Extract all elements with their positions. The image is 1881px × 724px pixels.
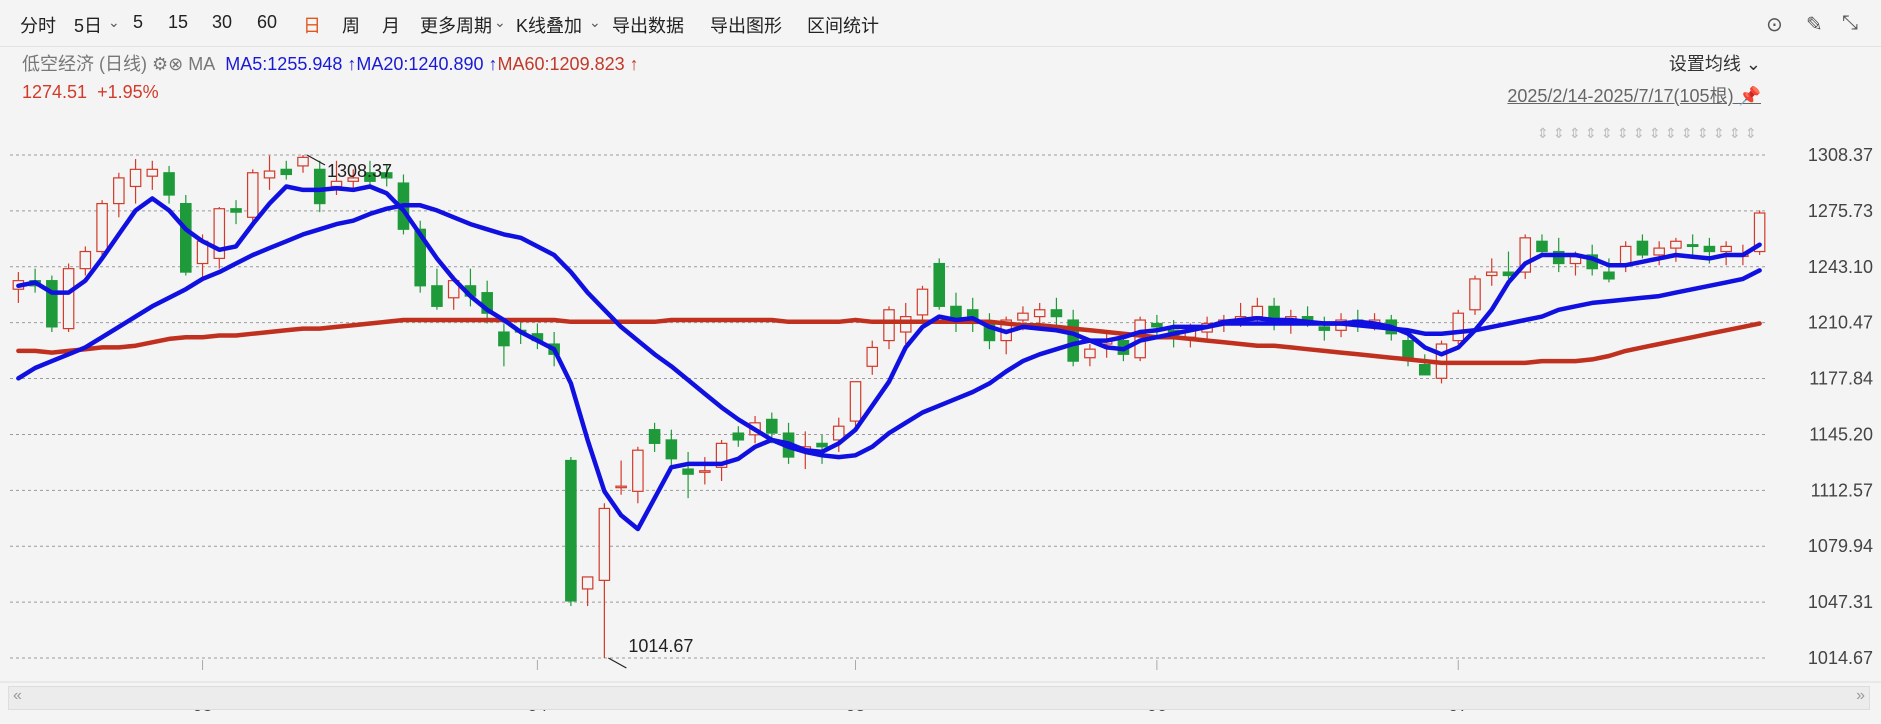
event-marker-icon[interactable]: ⇕	[1665, 126, 1677, 142]
candle-body[interactable]	[62, 268, 75, 330]
price-tick-label: 1243.10	[1808, 257, 1873, 277]
candle-body[interactable]	[916, 288, 929, 316]
candle-body[interactable]	[816, 442, 828, 448]
candle-body[interactable]	[129, 168, 142, 188]
candle-body[interactable]	[263, 170, 276, 179]
candle-body[interactable]	[883, 309, 895, 342]
candle-body[interactable]	[1469, 278, 1481, 311]
price-tick-label: 1112.57	[1811, 480, 1873, 500]
time-scrollbar[interactable]: « »	[8, 686, 1870, 710]
event-marker-icon[interactable]: ⇕	[1745, 126, 1757, 142]
candle-body[interactable]	[648, 429, 661, 444]
candle-body[interactable]	[665, 439, 678, 460]
event-marker-icon[interactable]: ⇕	[1569, 126, 1581, 142]
candle-body[interactable]	[615, 485, 627, 489]
candle-body[interactable]	[866, 346, 879, 367]
annotation-arrow	[306, 154, 326, 166]
candle-body[interactable]	[1418, 363, 1431, 376]
price-tick-label: 1145.20	[1809, 424, 1873, 444]
candle-body[interactable]	[1402, 339, 1414, 359]
event-marker-icon[interactable]: ⇕	[1553, 126, 1565, 142]
event-marker-icon[interactable]: ⇕	[1633, 126, 1645, 142]
event-marker-icon[interactable]: ⇕	[1601, 126, 1613, 142]
candle-body[interactable]	[280, 168, 293, 176]
candle-body[interactable]	[1603, 271, 1615, 280]
price-tick-label: 1308.37	[1808, 145, 1873, 165]
candle-body[interactable]	[1536, 240, 1548, 253]
candle-body[interactable]	[1670, 240, 1682, 249]
candle-body[interactable]	[246, 172, 259, 218]
candle-body[interactable]	[565, 459, 577, 602]
candle-body[interactable]	[632, 449, 644, 492]
candle-body[interactable]	[1703, 245, 1716, 253]
candle-body[interactable]	[1485, 271, 1498, 277]
candle-body[interactable]	[1033, 309, 1046, 318]
candle-body[interactable]	[1151, 322, 1163, 328]
candle-body[interactable]	[330, 180, 343, 188]
annotation-arrow	[608, 657, 627, 669]
candle-body[interactable]	[313, 168, 326, 205]
candle-body[interactable]	[113, 177, 125, 205]
event-marker-icon[interactable]: ⇕	[1729, 126, 1741, 142]
scroll-right-icon[interactable]: »	[1856, 687, 1865, 705]
candle-body[interactable]	[46, 280, 58, 328]
ma5-line	[16, 184, 1762, 532]
candle-body[interactable]	[581, 576, 594, 590]
candle-body[interactable]	[146, 168, 159, 177]
candle-body[interactable]	[163, 172, 175, 196]
candle-body[interactable]	[1636, 240, 1649, 256]
candle-body[interactable]	[1251, 305, 1264, 318]
candle-body[interactable]	[498, 331, 510, 347]
candle-body[interactable]	[1452, 312, 1465, 342]
price-tick-label: 1014.67	[1808, 648, 1873, 668]
candle-body[interactable]	[682, 468, 694, 475]
candle-body[interactable]	[1686, 244, 1699, 248]
candle-body[interactable]	[180, 202, 192, 273]
price-tick-label: 1047.31	[1808, 592, 1873, 612]
event-marker-icon[interactable]: ⇕	[1681, 126, 1693, 142]
event-marker-icon[interactable]: ⇕	[1537, 126, 1549, 142]
candle-body[interactable]	[1653, 247, 1665, 256]
candle-body[interactable]	[899, 316, 912, 333]
event-marker-icon[interactable]: ⇕	[1713, 126, 1725, 142]
candle-body[interactable]	[96, 202, 108, 253]
event-marker-icon[interactable]: ⇕	[1649, 126, 1661, 142]
extreme-value-label: 1308.37	[327, 161, 392, 181]
candle-body[interactable]	[1318, 326, 1331, 331]
kline-chart[interactable]: 1308.37 1275.73 1243.10 1210.47 1177.84 1145.…	[0, 0, 1881, 724]
extreme-value-label: 1014.67	[628, 636, 693, 656]
price-tick-label: 1177.84	[1809, 369, 1873, 389]
price-tick-label: 1275.73	[1808, 201, 1873, 221]
candle-body[interactable]	[297, 156, 309, 167]
event-marker-icon[interactable]: ⇕	[1697, 126, 1709, 142]
candle-body[interactable]	[699, 470, 711, 473]
candle-body[interactable]	[933, 262, 946, 307]
candle-body[interactable]	[766, 418, 778, 434]
candle-body[interactable]	[1017, 312, 1029, 321]
event-marker-icon[interactable]: ⇕	[1585, 126, 1597, 142]
candle-body[interactable]	[79, 250, 92, 270]
scroll-left-icon[interactable]: «	[13, 687, 22, 705]
event-marker-icon[interactable]: ⇕	[1617, 126, 1629, 142]
candle-body[interactable]	[1720, 245, 1732, 253]
candle-body[interactable]	[1050, 309, 1063, 318]
candle-body[interactable]	[598, 507, 611, 581]
candle-body[interactable]	[732, 432, 745, 441]
price-tick-label: 1079.94	[1808, 536, 1873, 556]
candle-body[interactable]	[431, 285, 443, 307]
candle-body[interactable]	[230, 208, 242, 213]
price-tick-label: 1210.47	[1808, 313, 1873, 333]
candle-body[interactable]	[849, 381, 862, 422]
candle-body[interactable]	[1084, 348, 1096, 359]
